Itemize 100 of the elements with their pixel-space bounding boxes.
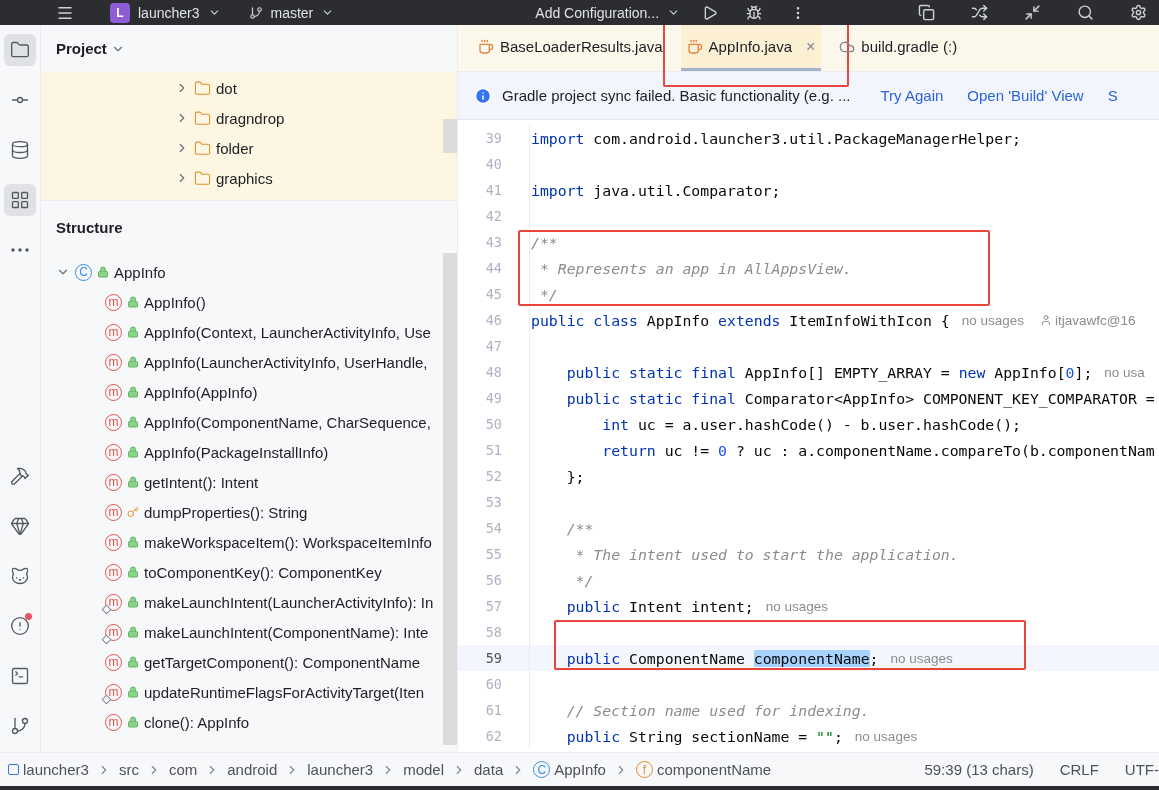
search-icon[interactable] (1077, 4, 1094, 21)
terminal-icon (10, 666, 30, 686)
code-text: */ (574, 571, 594, 589)
tree-item[interactable]: folder (216, 139, 254, 157)
scrollbar-thumb[interactable] (443, 253, 457, 745)
code-text: ; (869, 649, 879, 667)
project-name[interactable]: launcher3 (138, 4, 200, 21)
line-number: 52 (484, 468, 502, 484)
tree-item[interactable]: AppInfo(ComponentName, CharSequence, (144, 413, 431, 431)
run-configuration[interactable]: Add Configuration... (535, 4, 660, 21)
hammer-icon (10, 466, 30, 486)
line-number: 60 (484, 676, 502, 692)
code-text: ; (833, 727, 843, 745)
code-text: return (601, 441, 656, 459)
copy-icon[interactable] (918, 4, 935, 21)
tree-item[interactable]: makeLaunchIntent(ComponentName): Inte (144, 623, 429, 641)
author-hint: itjavawfc@16 (1055, 312, 1136, 328)
usage-hint[interactable]: no usages (765, 598, 829, 614)
code-text: */ (538, 285, 558, 303)
usage-hint[interactable]: no usa (1104, 364, 1145, 380)
tree-item[interactable]: updateRuntimeFlagsForActivityTarget(Iten (144, 683, 425, 701)
code-text: /** (531, 233, 558, 251)
line-number: 58 (484, 624, 502, 640)
tree-item[interactable]: toComponentKey(): ComponentKey (144, 563, 382, 581)
breadcrumb[interactable]: android (227, 761, 278, 778)
breadcrumb[interactable]: componentName (656, 761, 772, 778)
code-text: uc = a.user.hashCode() - b.user.hashCode(); (636, 415, 1021, 433)
panel-title[interactable]: Project (56, 40, 107, 57)
banner-link[interactable]: Try Again (880, 87, 944, 104)
code-text: public (565, 727, 621, 745)
code-text: uc != (663, 441, 711, 459)
code-text: // Section name used for indexing. (565, 701, 870, 719)
tree-item[interactable]: clone(): AppInfo (144, 713, 250, 731)
code-text: AppInfo[ (993, 363, 1066, 381)
editor-tab[interactable]: AppInfo.java × (680, 25, 822, 71)
line-ending[interactable]: CRLF (1059, 761, 1099, 778)
tree-item[interactable]: AppInfo (114, 263, 166, 281)
editor-tab[interactable]: build.gradle (:) (833, 25, 964, 71)
tree-item[interactable]: makeWorkspaceItem(): WorkspaceItemInfo (144, 533, 432, 551)
tree-item[interactable]: AppInfo(Context, LauncherActivityInfo, Use (144, 323, 431, 341)
banner-link[interactable]: S (1107, 87, 1118, 104)
banner-link[interactable]: Open 'Build' View (967, 87, 1084, 104)
breadcrumb[interactable]: data (474, 761, 504, 778)
shuffle-icon[interactable] (971, 4, 988, 21)
code-text: }; (565, 467, 585, 485)
tree-item[interactable]: AppInfo(AppInfo) (144, 383, 258, 401)
cup-icon (686, 38, 703, 55)
run-icon[interactable] (702, 4, 719, 21)
editor-tab[interactable]: BaseLoaderResults.java (472, 25, 669, 71)
code-text: ItemInfoWithIcon { (788, 311, 950, 329)
tree-item[interactable]: getTargetComponent(): ComponentName (144, 653, 420, 671)
tree-item[interactable]: dumpProperties(): String (144, 503, 308, 521)
breadcrumb[interactable]: launcher3 (23, 761, 89, 778)
code-text: ? uc : a.componentName.compareTo(b.componentNam (734, 441, 1155, 459)
tree-item[interactable]: AppInfo(LauncherActivityInfo, UserHandle, (144, 353, 428, 371)
tree-item[interactable]: getIntent(): Intent (144, 473, 259, 491)
folder-icon (194, 139, 211, 157)
debug-icon[interactable] (746, 4, 763, 21)
line-number: 56 (484, 572, 502, 588)
tree-item[interactable]: dragndrop (216, 109, 285, 127)
line-number: 42 (484, 208, 502, 224)
tree-item[interactable]: AppInfo(PackageInstallInfo) (144, 443, 329, 461)
collapse-icon[interactable] (1024, 4, 1041, 21)
info-icon (474, 86, 492, 105)
tool-window-button[interactable] (4, 184, 36, 216)
tree-item[interactable]: makeLaunchIntent(LauncherActivityInfo): In (144, 593, 434, 611)
line-number: 55 (484, 546, 502, 562)
settings-icon[interactable] (1130, 4, 1147, 21)
branch-name[interactable]: master (270, 4, 314, 21)
database-icon (10, 140, 30, 160)
code-text: public (531, 311, 585, 329)
tree-item[interactable]: graphics (216, 169, 273, 187)
usage-hint[interactable]: no usages (854, 728, 918, 744)
breadcrumb[interactable]: com (168, 761, 198, 778)
breadcrumb[interactable]: src (118, 761, 139, 778)
encoding[interactable]: UTF- (1124, 761, 1159, 778)
breadcrumb[interactable]: AppInfo (554, 761, 606, 778)
code-text: public static final (565, 389, 736, 407)
scrollbar-thumb[interactable] (443, 119, 457, 153)
line-number: 41 (484, 182, 502, 198)
breadcrumb[interactable]: launcher3 (307, 761, 374, 778)
tree-item[interactable]: AppInfo() (144, 293, 206, 311)
tree-item[interactable]: dot (216, 79, 237, 97)
problems-icon (10, 616, 30, 636)
banner-message: Gradle project sync failed. Basic functionality (e.g. ... (502, 87, 851, 104)
project-badge: L (110, 2, 130, 23)
line-number: 62 (484, 728, 502, 744)
code-text: Intent intent; (628, 597, 754, 615)
line-number: 47 (484, 338, 502, 354)
code-text: int (601, 415, 629, 433)
code-text: public (565, 649, 621, 667)
usage-hint[interactable]: no usages (961, 312, 1025, 328)
line-number: 49 (484, 390, 502, 406)
branch-icon (10, 716, 30, 736)
selected-text: componentName (753, 649, 870, 667)
breadcrumb[interactable]: model (403, 761, 445, 778)
line-number: 40 (484, 156, 502, 172)
line-number: 61 (484, 702, 502, 718)
tool-window-button[interactable] (4, 34, 36, 66)
caret-position[interactable]: 59:39 (13 chars) (924, 761, 1034, 778)
